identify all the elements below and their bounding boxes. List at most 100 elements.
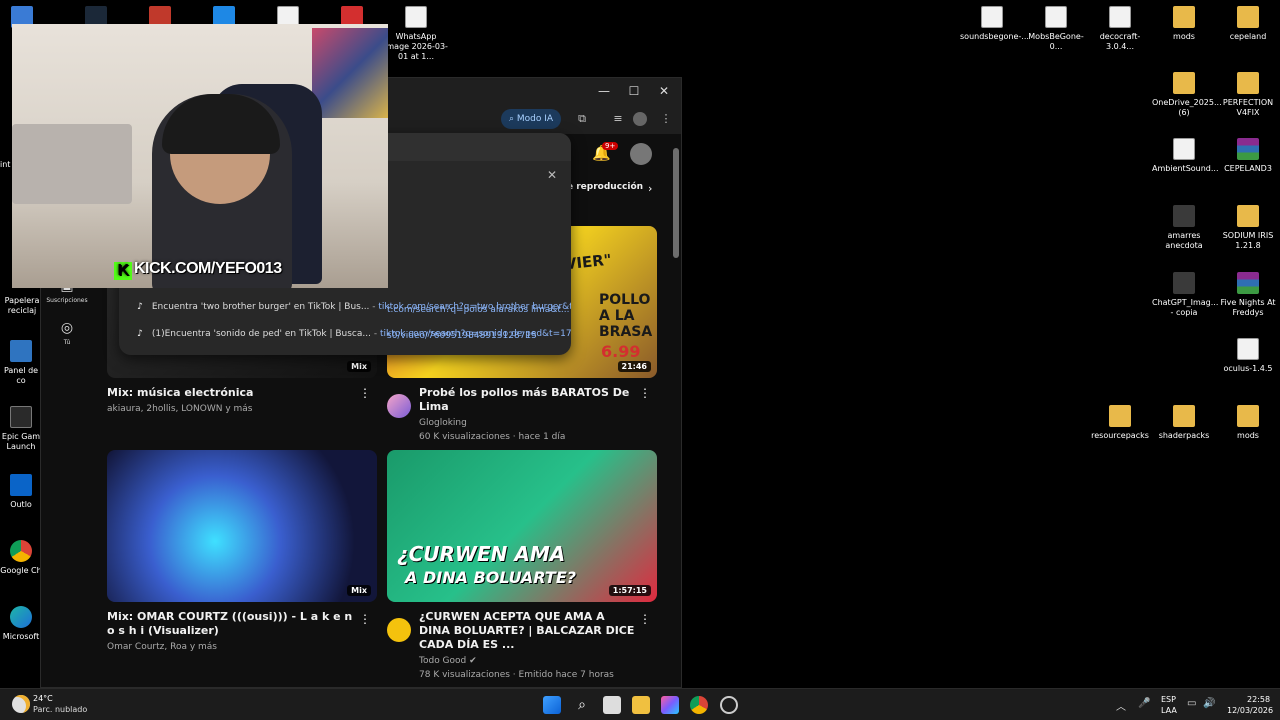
desktop-icon-shaderpacks[interactable]: shaderpacks	[1152, 405, 1216, 441]
desktop-icon-ambientsound[interactable]: AmbientSound...	[1152, 138, 1219, 174]
video-title[interactable]: ¿CURWEN ACEPTA QUE AMA A DINA BOLUARTE? …	[419, 610, 639, 652]
video-thumbnail[interactable]: ¿CURWEN AMA A DINA BOLUARTE? 1:57:15	[387, 450, 657, 602]
desktop-icon-sodium[interactable]: SODIUM IRIS 1.21.8	[1216, 205, 1280, 251]
desktop-icon-onedrive[interactable]: OneDrive_2025... (6)	[1152, 72, 1222, 118]
chrome-icon	[10, 540, 32, 562]
video-channel[interactable]: Todo Good ✔	[419, 654, 639, 668]
desktop-icon-amarres[interactable]: amarres anecdota	[1152, 205, 1216, 251]
suggestion-separator: -	[370, 329, 380, 339]
chrome-icon[interactable]	[690, 696, 708, 714]
desktop-icon-outlook[interactable]: Outlo	[0, 474, 42, 510]
desktop-icon-soundsbegone[interactable]: soundsbegone-...	[960, 6, 1029, 42]
clock-date[interactable]: 12/03/2026	[1227, 706, 1273, 715]
desktop-icon-label: Five Nights At Freddys	[1220, 298, 1276, 317]
desktop-icon-fnaf[interactable]: Five Nights At Freddys	[1216, 272, 1280, 318]
chevron-right-icon[interactable]: ›	[648, 182, 652, 195]
menu-kebab-icon[interactable]: ⋮	[657, 110, 675, 128]
minimize-button[interactable]: —	[589, 82, 619, 100]
video-options-icon[interactable]: ⋮	[639, 612, 651, 626]
desktop-icon-epic[interactable]: Epic Gam Launch	[0, 406, 42, 452]
weather-partly-cloudy-icon[interactable]	[12, 695, 30, 713]
edge-icon	[10, 606, 32, 628]
start-windows-icon[interactable]	[543, 696, 561, 714]
image-icon	[1173, 272, 1195, 294]
video-channel[interactable]: Glogloking	[419, 416, 657, 430]
profile-icon[interactable]	[633, 112, 647, 126]
kick-overlay-text: KICK.COM/YEFO013	[134, 260, 282, 277]
desktop-icon-cepeland3[interactable]: CEPELAND3	[1216, 138, 1280, 174]
desktop-icon-whatsapp-image[interactable]: WhatsApp Image 2026-03-01 at 1...	[384, 6, 448, 62]
suggestion-url: tiktok.com/search?q=sonido de ped&t=17..…	[379, 329, 571, 339]
suggestion-title: Encuentra 'two brother burger' en TikTok…	[151, 302, 370, 312]
desktop-icon-mods[interactable]: mods	[1152, 6, 1216, 42]
scrollbar-thumb[interactable]	[673, 148, 679, 258]
video-card[interactable]: Mix Mix: OMAR COURTZ (((ousi))) - L a k …	[107, 450, 377, 654]
copilot-icon[interactable]	[661, 696, 679, 714]
close-button[interactable]: ✕	[649, 82, 679, 100]
maximize-button[interactable]: ☐	[619, 82, 649, 100]
tiktok-icon: ♪	[137, 302, 143, 312]
desktop-icon-oculus[interactable]: oculus-1.4.5	[1216, 338, 1280, 374]
modo-ia-button[interactable]: ⌕ Modo IA	[501, 109, 562, 129]
settings-icon[interactable]	[720, 696, 738, 714]
desktop-icon-mods-2[interactable]: mods	[1216, 405, 1280, 441]
file-explorer-icon[interactable]	[632, 696, 650, 714]
desktop-icon-resourcepacks[interactable]: resourcepacks	[1088, 405, 1152, 441]
desktop-icon-label: mods	[1173, 32, 1195, 41]
desktop-icon-label: int	[0, 160, 11, 169]
video-thumbnail[interactable]: Mix	[107, 450, 377, 602]
winrar-icon	[1237, 272, 1259, 294]
desktop-icon-recycle-bin[interactable]: Papelera reciclaj	[2, 296, 42, 316]
taskbar: 24°C Parc. nublado ⌕ ︿ 🎤 ESP LAA ▭ 🔊 22:…	[0, 688, 1280, 720]
desktop-icon-label: soundsbegone-...	[960, 32, 1029, 41]
account-avatar[interactable]	[630, 143, 652, 165]
weather-temperature[interactable]: 24°C	[33, 694, 53, 703]
desktop-icon-mobsbegone[interactable]: MobsBeGone-0...	[1024, 6, 1088, 52]
language-indicator[interactable]: ESP	[1161, 695, 1176, 704]
folder-icon	[1109, 405, 1131, 427]
video-title[interactable]: Mix: OMAR COURTZ (((ousi))) - L a k e n …	[107, 610, 377, 638]
clear-icon[interactable]: ✕	[547, 168, 557, 182]
video-stats: 60 K visualizaciones · hace 1 día	[419, 432, 566, 442]
extensions-icon[interactable]: ⧉	[573, 110, 591, 128]
desktop-icon-label: oculus-1.4.5	[1223, 364, 1273, 373]
desktop-icon-perfection[interactable]: PERFECTION V4FIX	[1216, 72, 1280, 118]
desktop-icon-edge[interactable]: Microsoft	[0, 606, 42, 642]
microphone-icon[interactable]: 🎤	[1138, 698, 1150, 709]
volume-icon[interactable]: 🔊	[1203, 698, 1215, 709]
folder-icon	[1237, 6, 1259, 28]
epic-games-icon	[10, 406, 32, 428]
task-view-icon[interactable]	[603, 696, 621, 714]
omnibox-suggestion[interactable]: ♪ (1)Encuentra 'sonido de ped' en TikTok…	[119, 323, 571, 345]
chevron-up-icon[interactable]: ︿	[1116, 698, 1126, 713]
omnibox-suggestion[interactable]: ♪ Encuentra 'two brother burger' en TikT…	[119, 296, 571, 318]
weather-description[interactable]: Parc. nublado	[33, 705, 87, 714]
desktop-icon-label: Outlo	[10, 500, 32, 509]
keyboard-layout-indicator[interactable]: LAA	[1161, 706, 1177, 715]
desktop-icon-label: ChatGPT_Imag... - copia	[1152, 298, 1219, 317]
channel-avatar[interactable]	[387, 394, 411, 418]
desktop-icon-cepeland[interactable]: cepeland	[1216, 6, 1280, 42]
webcam-scene	[12, 124, 132, 204]
sidebar-item-you[interactable]: ◎ Tú	[41, 320, 93, 346]
desktop-icon-control-panel[interactable]: Panel de co	[0, 340, 42, 386]
network-icon[interactable]: ▭	[1187, 698, 1196, 709]
channel-avatar[interactable]	[387, 618, 411, 642]
search-icon[interactable]: ⌕	[573, 696, 591, 714]
video-card[interactable]: ¿CURWEN AMA A DINA BOLUARTE? 1:57:15 ¿CU…	[387, 450, 657, 682]
desktop-icon-label: mods	[1237, 431, 1259, 440]
video-options-icon[interactable]: ⋮	[359, 612, 371, 626]
duration-badge: 1:57:15	[608, 585, 651, 596]
desktop-icon-chatgpt-image[interactable]: ChatGPT_Imag... - copia	[1152, 272, 1219, 318]
video-options-icon[interactable]: ⋮	[639, 386, 651, 400]
kick-logo-icon: K	[114, 262, 132, 280]
chip-playlist[interactable]: e reproducción	[567, 182, 643, 192]
desktop-icon-chrome[interactable]: Google Ch	[0, 540, 42, 576]
desktop-icon-decocraft[interactable]: decocraft-3.0.4...	[1088, 6, 1152, 52]
media-control-icon[interactable]: ≡	[609, 110, 627, 128]
video-title[interactable]: Mix: música electrónica	[107, 386, 377, 400]
video-title[interactable]: Probé los pollos más BARATOS De Lima	[419, 386, 657, 414]
clock-time[interactable]: 22:58	[1247, 695, 1270, 704]
video-options-icon[interactable]: ⋮	[359, 386, 371, 400]
desktop-icon-label: shaderpacks	[1158, 431, 1210, 440]
